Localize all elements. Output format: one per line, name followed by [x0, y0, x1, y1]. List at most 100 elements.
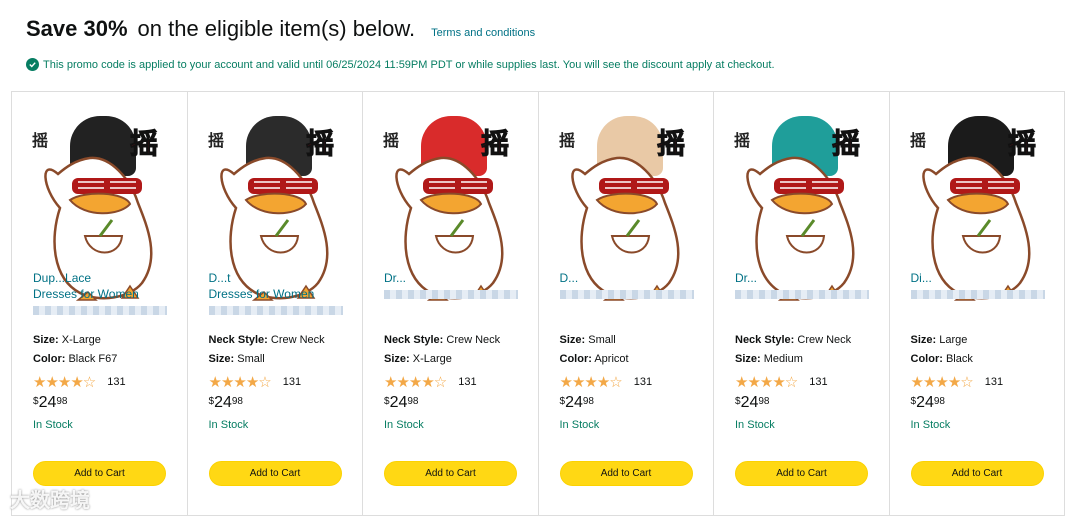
product-attributes: Neck Style: Crew Neck Size: X-Large — [384, 331, 500, 369]
product-attributes: Size: X-Large Color: Black F67 — [33, 331, 117, 369]
product-title[interactable]: D...t Dresses for Women — [208, 270, 343, 318]
attr-value: Apricot — [594, 353, 629, 365]
review-count: 131 — [809, 376, 828, 388]
price-whole: 24 — [916, 394, 934, 411]
blurred-title-text — [33, 306, 167, 315]
blurred-title-text — [384, 290, 518, 299]
attr-value: Medium — [763, 353, 803, 365]
attr-value: Small — [588, 334, 616, 346]
product-title[interactable]: Dr... — [735, 270, 869, 318]
price-whole: 24 — [38, 394, 57, 411]
price-fraction: 98 — [56, 396, 68, 407]
product-title[interactable]: Di... — [910, 270, 1045, 318]
headline: Save 30% on the eligible item(s) below. … — [26, 16, 1060, 42]
product-title[interactable]: Dr... — [384, 270, 518, 318]
product-title[interactable]: D... — [559, 270, 694, 318]
check-circle-icon — [26, 58, 39, 71]
price-fraction: 98 — [582, 396, 594, 407]
attr-label: Size: — [384, 353, 410, 365]
headline-text: on the eligible item(s) below. — [137, 16, 416, 41]
stock-status: In Stock — [384, 419, 424, 431]
attr-label: Size: — [559, 334, 586, 346]
product-attributes: Neck Style: Crew Neck Size: Medium — [735, 331, 851, 369]
add-to-cart-button[interactable]: Add to Cart — [559, 461, 693, 486]
rating[interactable]: ★★★★☆ 131 — [911, 373, 1004, 391]
add-to-cart-button[interactable]: Add to Cart — [384, 461, 517, 486]
price-fraction: 98 — [933, 396, 945, 407]
product-attributes: Size: Small Color: Apricot — [560, 331, 629, 369]
svg-text:摇: 摇 — [910, 131, 926, 150]
attr-value: Black — [945, 353, 973, 365]
attr-value: Black F67 — [68, 353, 118, 365]
watermark: 大数跨境 — [10, 490, 90, 512]
svg-text:摇: 摇 — [32, 131, 48, 150]
review-count: 131 — [458, 376, 477, 388]
stock-status: In Stock — [208, 419, 249, 431]
svg-text:摇: 摇 — [306, 127, 334, 160]
price: $ 24 98 — [209, 394, 243, 412]
price: $ 24 98 — [911, 394, 945, 412]
product-title-line1: Dr... — [384, 271, 407, 285]
attr-label: Neck Style: — [208, 334, 268, 346]
attr-label: Color: — [559, 353, 592, 365]
price-whole: 24 — [389, 394, 408, 411]
price-fraction: 98 — [231, 396, 243, 407]
product-title-line1: Dup...Lace — [33, 271, 92, 285]
product-title-line1: Dr... — [735, 271, 758, 285]
attr-label: Size: — [33, 334, 59, 346]
star-rating-icon: ★★★★☆ — [384, 374, 447, 391]
promo-notice: This promo code is applied to your accou… — [26, 58, 775, 71]
price: $ 24 98 — [384, 394, 418, 412]
svg-text:摇: 摇 — [1008, 127, 1036, 160]
svg-text:摇: 摇 — [481, 127, 509, 160]
svg-text:摇: 摇 — [832, 127, 860, 160]
review-count: 131 — [107, 376, 126, 388]
product-card: 摇 摇 Di... Size: Large Color: Black ★★★★☆… — [890, 92, 1065, 515]
product-title-line1: Di... — [910, 271, 932, 285]
product-card: 摇 摇 D...t Dresses for Women Neck Style: … — [188, 92, 363, 515]
rating[interactable]: ★★★★☆ 131 — [560, 373, 653, 391]
product-title-line2: Dresses for Women — [33, 287, 139, 301]
attr-value: X-Large — [412, 353, 452, 365]
attr-label: Neck Style: — [735, 334, 795, 346]
product-card: 摇 摇 D... Size: Small Color: Apricot ★★★★… — [539, 92, 714, 515]
stock-status: In Stock — [559, 419, 600, 431]
review-count: 131 — [984, 376, 1004, 388]
price-fraction: 98 — [407, 396, 419, 407]
attr-value: Small — [237, 353, 265, 365]
svg-text:摇: 摇 — [734, 131, 750, 150]
product-title[interactable]: Dup...Lace Dresses for Women — [33, 270, 167, 318]
svg-text:摇: 摇 — [130, 127, 158, 160]
product-attributes: Size: Large Color: Black — [911, 331, 973, 369]
attr-value: Crew Neck — [446, 334, 501, 346]
rating[interactable]: ★★★★☆ 131 — [384, 373, 477, 391]
attr-label: Color: — [33, 353, 66, 365]
review-count: 131 — [282, 376, 302, 388]
promo-text: This promo code is applied to your accou… — [43, 58, 775, 71]
star-rating-icon: ★★★★☆ — [910, 374, 974, 391]
price-fraction: 98 — [758, 396, 770, 407]
add-to-cart-button[interactable]: Add to Cart — [208, 461, 342, 486]
product-title-line2: Dresses for Women — [208, 287, 315, 301]
attr-value: X-Large — [61, 334, 101, 346]
product-title-line1: D... — [559, 271, 579, 285]
add-to-cart-button[interactable]: Add to Cart — [910, 461, 1044, 486]
stock-status: In Stock — [33, 419, 73, 431]
rating[interactable]: ★★★★☆ 131 — [33, 373, 126, 391]
attr-label: Neck Style: — [384, 334, 444, 346]
stock-status: In Stock — [735, 419, 775, 431]
blurred-title-text — [208, 306, 343, 315]
stock-status: In Stock — [910, 419, 951, 431]
add-to-cart-button[interactable]: Add to Cart — [735, 461, 868, 486]
price: $ 24 98 — [735, 394, 769, 412]
price-whole: 24 — [565, 394, 583, 411]
add-to-cart-button[interactable]: Add to Cart — [33, 461, 166, 486]
price: $ 24 98 — [560, 394, 594, 412]
attr-label: Color: — [910, 353, 943, 365]
terms-link[interactable]: Terms and conditions — [431, 27, 535, 39]
headline-discount: Save 30% — [26, 16, 128, 41]
attr-label: Size: — [910, 334, 937, 346]
rating[interactable]: ★★★★☆ 131 — [209, 373, 302, 391]
star-rating-icon: ★★★★☆ — [559, 374, 623, 391]
rating[interactable]: ★★★★☆ 131 — [735, 373, 828, 391]
